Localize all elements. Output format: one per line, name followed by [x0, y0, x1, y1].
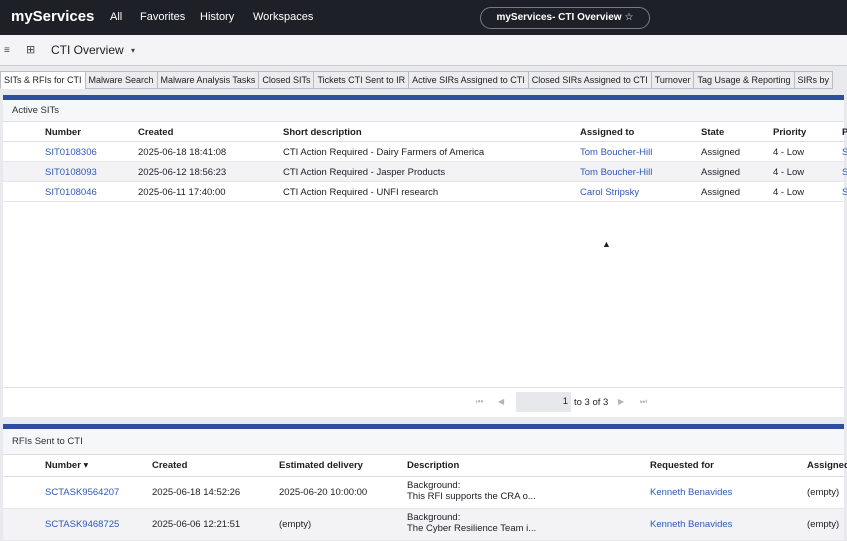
nav-workspaces[interactable]: Workspaces [253, 11, 313, 23]
tab-active-sirs[interactable]: Active SIRs Assigned to CTI [408, 71, 529, 89]
task-number-link[interactable]: SCTASK9468725 [45, 519, 119, 530]
rfis-panel: RFIs Sent to CTI Number ▾ Created Estima… [3, 424, 847, 541]
tab-bar: SITs & RFIs for CTI Malware Search Malwa… [0, 71, 847, 89]
col-description[interactable]: Description [407, 460, 459, 471]
col-created[interactable]: Created [152, 460, 187, 471]
col-estimated-delivery[interactable]: Estimated delivery [279, 460, 363, 471]
delivery-cell: (empty) [279, 519, 312, 530]
tab-malware-analysis[interactable]: Malware Analysis Tasks [156, 71, 260, 89]
active-sits-panel: Active SITs Number Created Short descrip… [3, 95, 847, 417]
description-cell: CTI Action Required - UNFI research [283, 187, 439, 198]
tab-malware-search[interactable]: Malware Search [84, 71, 158, 89]
first-page-icon[interactable]: ⏮ [476, 397, 483, 407]
app-logo[interactable]: myServices [11, 8, 94, 25]
sit-number-link[interactable]: SIT0108306 [45, 147, 97, 158]
col-p[interactable]: P [842, 127, 847, 138]
context-pill[interactable]: myServices- CTI Overview ☆ [480, 7, 650, 29]
grid-icon[interactable]: ⊞ [26, 43, 35, 56]
assigned-to-link[interactable]: Tom Boucher-Hill [580, 147, 652, 158]
table-row[interactable]: SCTASK9468725 2025-06-06 12:21:51 (empty… [3, 509, 844, 541]
state-cell: Assigned [701, 147, 741, 158]
p-cell[interactable]: S [842, 167, 847, 178]
page-title: CTI Overview [51, 43, 124, 57]
priority-cell: 4 - Low [773, 167, 805, 178]
table-row[interactable]: SIT0108046 2025-06-11 17:40:00 CTI Actio… [3, 182, 847, 202]
table-row[interactable]: SIT0108093 2025-06-12 18:56:23 CTI Actio… [3, 162, 847, 182]
context-pill-label: myServices- CTI Overview [496, 12, 622, 23]
state-cell: Assigned [701, 167, 741, 178]
star-icon[interactable]: ☆ [625, 12, 634, 23]
top-navigation-bar: myServices All Favorites History Workspa… [0, 0, 847, 35]
table-header: Number ▾ Created Estimated delivery Desc… [3, 455, 847, 477]
caret-down-icon[interactable]: ▾ [131, 46, 135, 55]
assigned-cell: (empty) [807, 487, 840, 498]
created-cell: 2025-06-12 18:56:23 [138, 167, 227, 178]
created-cell: 2025-06-06 12:21:51 [152, 519, 241, 530]
panel-title: Active SITs [3, 100, 844, 122]
p-cell[interactable]: S [842, 187, 847, 198]
description-cell: CTI Action Required - Jasper Products [283, 167, 446, 178]
created-cell: 2025-06-18 14:52:26 [152, 487, 241, 498]
sit-number-link[interactable]: SIT0108093 [45, 167, 97, 178]
sub-header: ≡ ⊞ CTI Overview ▾ [0, 35, 847, 66]
nav-all[interactable]: All [110, 11, 122, 23]
created-cell: 2025-06-18 18:41:08 [138, 147, 227, 158]
tab-turnover[interactable]: Turnover [650, 71, 695, 89]
col-created[interactable]: Created [138, 127, 173, 138]
state-cell: Assigned [701, 187, 741, 198]
sit-number-link[interactable]: SIT0108046 [45, 187, 97, 198]
col-short-description[interactable]: Short description [283, 127, 362, 138]
tab-tag-usage[interactable]: Tag Usage & Reporting [693, 71, 795, 89]
last-page-icon[interactable]: ⏭ [640, 397, 647, 407]
tab-sits-rfis[interactable]: SITs & RFIs for CTI [0, 71, 86, 89]
page-input[interactable]: 1 [516, 392, 571, 412]
requested-for-link[interactable]: Kenneth Benavides [650, 487, 732, 498]
description-cell: CTI Action Required - Dairy Farmers of A… [283, 147, 485, 158]
tab-tickets-ir[interactable]: Tickets CTI Sent to IR [313, 71, 410, 89]
assigned-cell: (empty) [807, 519, 840, 530]
pagination: ⏮ ◀ 1 to 3 of 3 ▶ ⏭ [3, 387, 844, 417]
tab-sirs-by[interactable]: SIRs by [793, 71, 834, 89]
next-page-icon[interactable]: ▶ [618, 397, 624, 406]
page-range: to 3 of 3 [574, 397, 609, 408]
table-row[interactable]: SIT0108306 2025-06-18 18:41:08 CTI Actio… [3, 142, 847, 162]
col-assigned-to[interactable]: Assigned t [807, 460, 847, 471]
tab-closed-sirs[interactable]: Closed SIRs Assigned to CTI [527, 71, 652, 89]
col-assigned-to[interactable]: Assigned to [580, 127, 634, 138]
p-cell[interactable]: S [842, 147, 847, 158]
priority-cell: 4 - Low [773, 187, 805, 198]
menu-icon[interactable]: ≡ [4, 45, 10, 56]
col-number[interactable]: Number ▾ [45, 460, 88, 471]
requested-for-link[interactable]: Kenneth Benavides [650, 519, 732, 530]
col-state[interactable]: State [701, 127, 724, 138]
description-cell: Background: The Cyber Resilience Team i..… [407, 512, 537, 534]
task-number-link[interactable]: SCTASK9564207 [45, 487, 119, 498]
sort-down-icon: ▾ [83, 460, 89, 471]
delivery-cell: 2025-06-20 10:00:00 [279, 487, 368, 498]
mouse-cursor-icon: ▲ [602, 239, 611, 249]
priority-cell: 4 - Low [773, 147, 805, 158]
created-cell: 2025-06-11 17:40:00 [138, 187, 226, 198]
col-number[interactable]: Number [45, 127, 81, 138]
col-priority[interactable]: Priority [773, 127, 806, 138]
assigned-to-link[interactable]: Carol Stripsky [580, 187, 639, 198]
nav-history[interactable]: History [200, 11, 234, 23]
panel-title: RFIs Sent to CTI [3, 429, 844, 455]
prev-page-icon[interactable]: ◀ [498, 397, 504, 406]
nav-favorites[interactable]: Favorites [140, 11, 185, 23]
tab-closed-sits[interactable]: Closed SITs [258, 71, 315, 89]
table-row[interactable]: SCTASK9564207 2025-06-18 14:52:26 2025-0… [3, 477, 844, 509]
col-requested-for[interactable]: Requested for [650, 460, 714, 471]
table-header: Number Created Short description Assigne… [3, 122, 847, 142]
assigned-to-link[interactable]: Tom Boucher-Hill [580, 167, 652, 178]
description-cell: Background: This RFI supports the CRA o..… [407, 480, 536, 502]
